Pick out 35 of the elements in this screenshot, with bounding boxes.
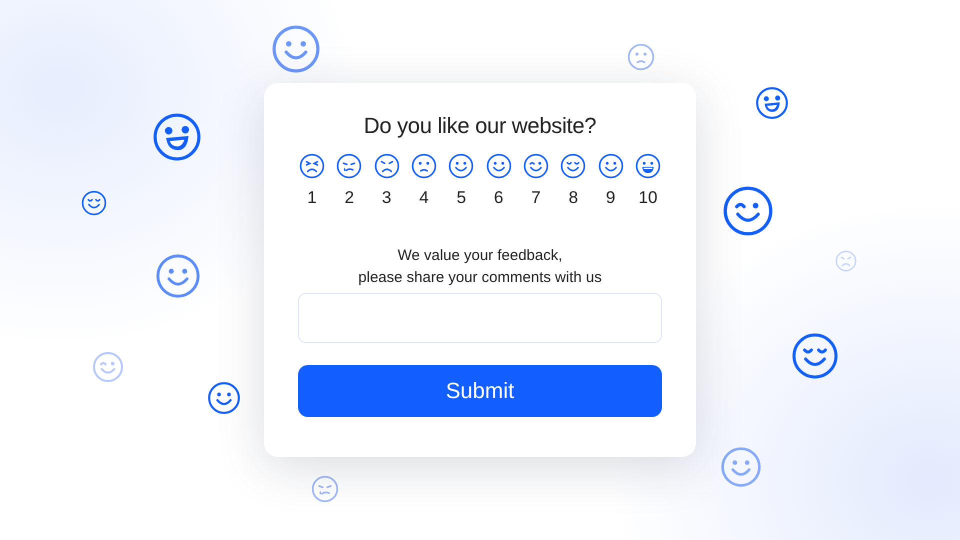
submit-button[interactable]: Submit bbox=[298, 364, 662, 417]
smiley-face-icon bbox=[598, 153, 624, 180]
smiley-face-icon bbox=[271, 24, 321, 74]
smiley-face-icon bbox=[155, 253, 201, 299]
winking-face-icon bbox=[722, 185, 774, 237]
rating-option[interactable]: 6 bbox=[484, 153, 513, 211]
content-face-icon bbox=[560, 153, 586, 180]
frowning-face-icon bbox=[410, 153, 437, 180]
smiley-face-icon bbox=[486, 153, 512, 180]
winking-face-icon bbox=[522, 153, 549, 180]
rating-option[interactable]: 2 bbox=[335, 153, 364, 211]
smiley-face-icon bbox=[207, 381, 241, 415]
rating-option[interactable]: 5 bbox=[447, 153, 476, 211]
rating-option[interactable]: 8 bbox=[559, 153, 588, 211]
angry-face-icon bbox=[299, 153, 325, 180]
rating-option[interactable]: 3 bbox=[372, 153, 401, 211]
grinning-face-icon bbox=[152, 112, 202, 162]
content-face-icon bbox=[81, 190, 107, 216]
grinning-face-icon bbox=[634, 153, 661, 180]
smiley-face-icon bbox=[720, 446, 762, 488]
grinning-face-icon bbox=[755, 86, 789, 120]
rating-option[interactable]: 10 bbox=[634, 153, 662, 211]
rating-option[interactable]: 7 bbox=[522, 153, 550, 211]
winking-face-icon bbox=[92, 351, 124, 383]
frowning-face-icon bbox=[627, 43, 655, 71]
content-face-icon bbox=[791, 332, 839, 380]
sad-face-icon bbox=[835, 250, 857, 272]
feedback-prompt: We value your feedback, please share your comments with us bbox=[357, 246, 603, 288]
rating-option[interactable]: 4 bbox=[410, 153, 438, 211]
rating-option[interactable]: 1 bbox=[298, 153, 326, 211]
rating-option[interactable]: 9 bbox=[596, 153, 625, 211]
sad-face-icon bbox=[374, 153, 400, 180]
smiley-face-icon bbox=[448, 153, 474, 180]
comment-field[interactable] bbox=[298, 292, 662, 343]
survey-title: Do you like our website? bbox=[362, 113, 598, 140]
